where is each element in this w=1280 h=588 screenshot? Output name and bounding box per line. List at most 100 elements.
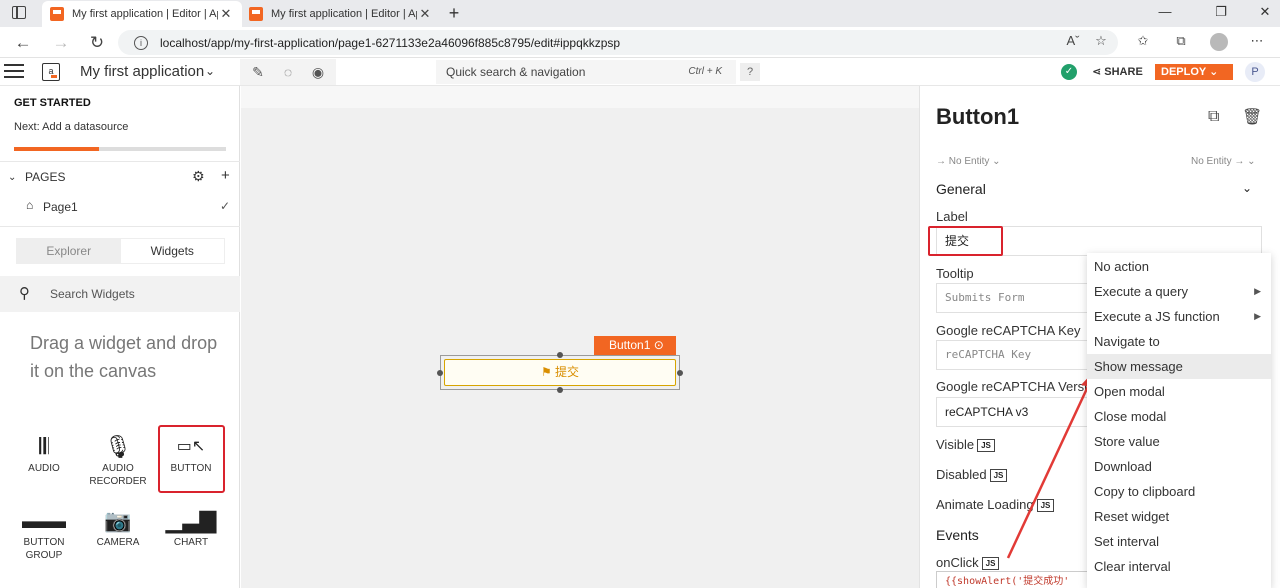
help-button[interactable]: ?	[740, 63, 760, 81]
menu-item-set-interval[interactable]: Set interval	[1087, 529, 1271, 554]
url-field[interactable]: i localhost/app/my-first-application/pag…	[118, 30, 1118, 55]
menu-item-store-value[interactable]: Store value	[1087, 429, 1271, 454]
widget-search[interactable]: ⚲ Search Widgets	[0, 276, 240, 312]
more-icon[interactable]: ⋯	[1246, 33, 1268, 49]
resize-handle-right[interactable]	[677, 370, 683, 376]
menu-item-label: Execute a query	[1094, 284, 1188, 299]
read-aloud-icon[interactable]: Aˇ	[1062, 33, 1084, 48]
chevron-down-icon[interactable]: ⌄	[8, 172, 16, 183]
menu-item-download[interactable]: Download	[1087, 454, 1271, 479]
button-widget-highlight	[158, 425, 225, 493]
info-icon[interactable]: i	[134, 35, 148, 50]
menu-item-close-modal[interactable]: Close modal	[1087, 404, 1271, 429]
widget-label: CHART	[173, 537, 209, 548]
tab-explorer[interactable]: Explorer	[17, 239, 121, 263]
menu-item-show-message[interactable]: Show message	[1087, 354, 1271, 379]
selected-button-widget[interactable]: ⚑ 提交	[440, 355, 680, 390]
resize-handle-top[interactable]	[557, 352, 563, 358]
widget-chart[interactable]: ▁▃▇ CHART	[159, 506, 223, 549]
favorite-add-icon[interactable]: ☆	[1090, 33, 1112, 49]
widget-audio-recorder[interactable]: 🎙 AUDIO RECORDER	[86, 432, 150, 488]
menu-item-reset-widget[interactable]: Reset widget	[1087, 504, 1271, 529]
submit-button[interactable]: ⚑ 提交	[444, 359, 676, 386]
quick-search[interactable]: Quick search & navigation Ctrl + K	[436, 60, 736, 84]
edit-mode-icon[interactable]: ✎	[248, 64, 268, 81]
widget-name-tag[interactable]: Button1 ⊙	[594, 336, 676, 355]
window-close-icon[interactable]: ✕	[1250, 4, 1280, 20]
browser-tab-2[interactable]: My first application | Editor | App ✕	[241, 1, 441, 27]
appsmith-favicon-icon	[50, 7, 64, 21]
new-tab-icon[interactable]: +	[444, 3, 464, 24]
browser-tab-1[interactable]: My first application | Editor | App ✕	[42, 1, 242, 27]
menu-item-copy-clipboard[interactable]: Copy to clipboard	[1087, 479, 1271, 504]
hamburger-menu-icon[interactable]	[4, 64, 24, 79]
share-label: SHARE	[1104, 66, 1143, 78]
widget-camera[interactable]: 📷 CAMERA	[86, 506, 150, 549]
chevron-down-icon[interactable]: ⌄	[205, 64, 215, 78]
address-bar: ← → ↻ i localhost/app/my-first-applicati…	[0, 27, 1280, 58]
button-label: 提交	[555, 365, 580, 379]
minimize-icon[interactable]: —	[1150, 4, 1180, 19]
camera-icon: 📷	[104, 508, 132, 533]
refresh-icon[interactable]: ↻	[86, 32, 108, 54]
menu-item-execute-query[interactable]: Execute a query ▶	[1087, 279, 1271, 304]
menu-item-no-action[interactable]: No action	[1087, 254, 1271, 279]
appsmith-favicon-icon	[249, 7, 263, 21]
widget-audio[interactable]: 𝄃𝄃 AUDIO	[12, 432, 76, 475]
button-group-icon: ▬▬	[22, 508, 66, 533]
share-button[interactable]: ⋖ SHARE	[1092, 65, 1143, 78]
search-icon: ⚲	[19, 285, 30, 302]
next-step-text[interactable]: Next: Add a datasource	[14, 121, 128, 133]
browser-tab-title: My first application | Editor | App	[271, 8, 417, 20]
close-icon[interactable]: ✕	[417, 6, 433, 22]
back-icon[interactable]: ←	[12, 32, 34, 54]
chart-icon: ▁▃▇	[165, 508, 217, 533]
maximize-icon[interactable]: ❐	[1206, 4, 1236, 20]
deploy-button[interactable]: DEPLOY ⌄	[1155, 64, 1233, 80]
app-name[interactable]: My first application	[80, 63, 204, 80]
widget-label: CAMERA	[96, 537, 140, 548]
resize-handle-bottom[interactable]	[557, 387, 563, 393]
widget-name: Button1	[609, 338, 651, 352]
resize-handle-left[interactable]	[437, 370, 443, 376]
settings-icon[interactable]: ⊙	[654, 338, 664, 352]
sidebar-toggle-icon[interactable]	[12, 6, 26, 19]
quick-search-label: Quick search & navigation	[446, 65, 586, 79]
browser-profile-avatar[interactable]	[1210, 33, 1228, 51]
favorites-icon[interactable]: ✩	[1132, 33, 1154, 49]
shortcut-hint: Ctrl + K	[688, 66, 722, 77]
app-logo-icon[interactable]: a	[42, 63, 60, 81]
chevron-right-icon: ▶	[1254, 286, 1261, 296]
sidebar-item-page1[interactable]: ⌂ Page1 ✓	[0, 198, 240, 220]
divider	[0, 226, 240, 227]
action-dropdown-menu: No action Execute a query ▶ Execute a JS …	[1087, 253, 1271, 588]
tab-widgets[interactable]: Widgets	[120, 239, 224, 263]
pages-label: PAGES	[25, 170, 66, 184]
menu-item-label: Execute a JS function	[1094, 309, 1220, 324]
user-avatar[interactable]: P	[1245, 62, 1265, 82]
view-mode-icon[interactable]: ◉	[308, 64, 328, 81]
menu-item-navigate[interactable]: Navigate to	[1087, 329, 1271, 354]
pages-header[interactable]: ⌄ PAGES ⚙ +	[0, 167, 240, 192]
microphone-icon: 🎙	[104, 434, 132, 459]
menu-item-clear-interval[interactable]: Clear interval	[1087, 554, 1271, 579]
left-sidebar: GET STARTED Next: Add a datasource ⌄ PAG…	[0, 86, 240, 588]
add-page-icon[interactable]: +	[221, 167, 230, 184]
collections-icon[interactable]: ⧉	[1170, 33, 1192, 49]
close-icon[interactable]: ✕	[218, 6, 234, 22]
saved-check-icon: ✓	[1061, 64, 1077, 80]
widget-label: AUDIO RECORDER	[89, 463, 147, 487]
comment-mode-icon[interactable]: ◌	[278, 64, 298, 80]
chevron-down-icon[interactable]: ⌄	[1209, 66, 1218, 78]
editor-canvas[interactable]: Button1 ⊙ ⚑ 提交	[241, 86, 919, 588]
app-header: a My first application ⌄ ✎ ◌ ◉ Quick sea…	[0, 59, 1280, 86]
divider	[0, 161, 240, 162]
widget-button-group[interactable]: ▬▬ BUTTON GROUP	[12, 506, 76, 562]
menu-item-execute-js[interactable]: Execute a JS function ▶	[1087, 304, 1271, 329]
warning-icon: ⚑	[540, 365, 552, 379]
gear-icon[interactable]: ⚙	[192, 168, 205, 185]
explorer-widgets-tabs: Explorer Widgets	[16, 238, 225, 264]
audio-icon: 𝄃𝄃	[39, 434, 49, 459]
forward-icon[interactable]: →	[50, 32, 72, 54]
menu-item-open-modal[interactable]: Open modal	[1087, 379, 1271, 404]
